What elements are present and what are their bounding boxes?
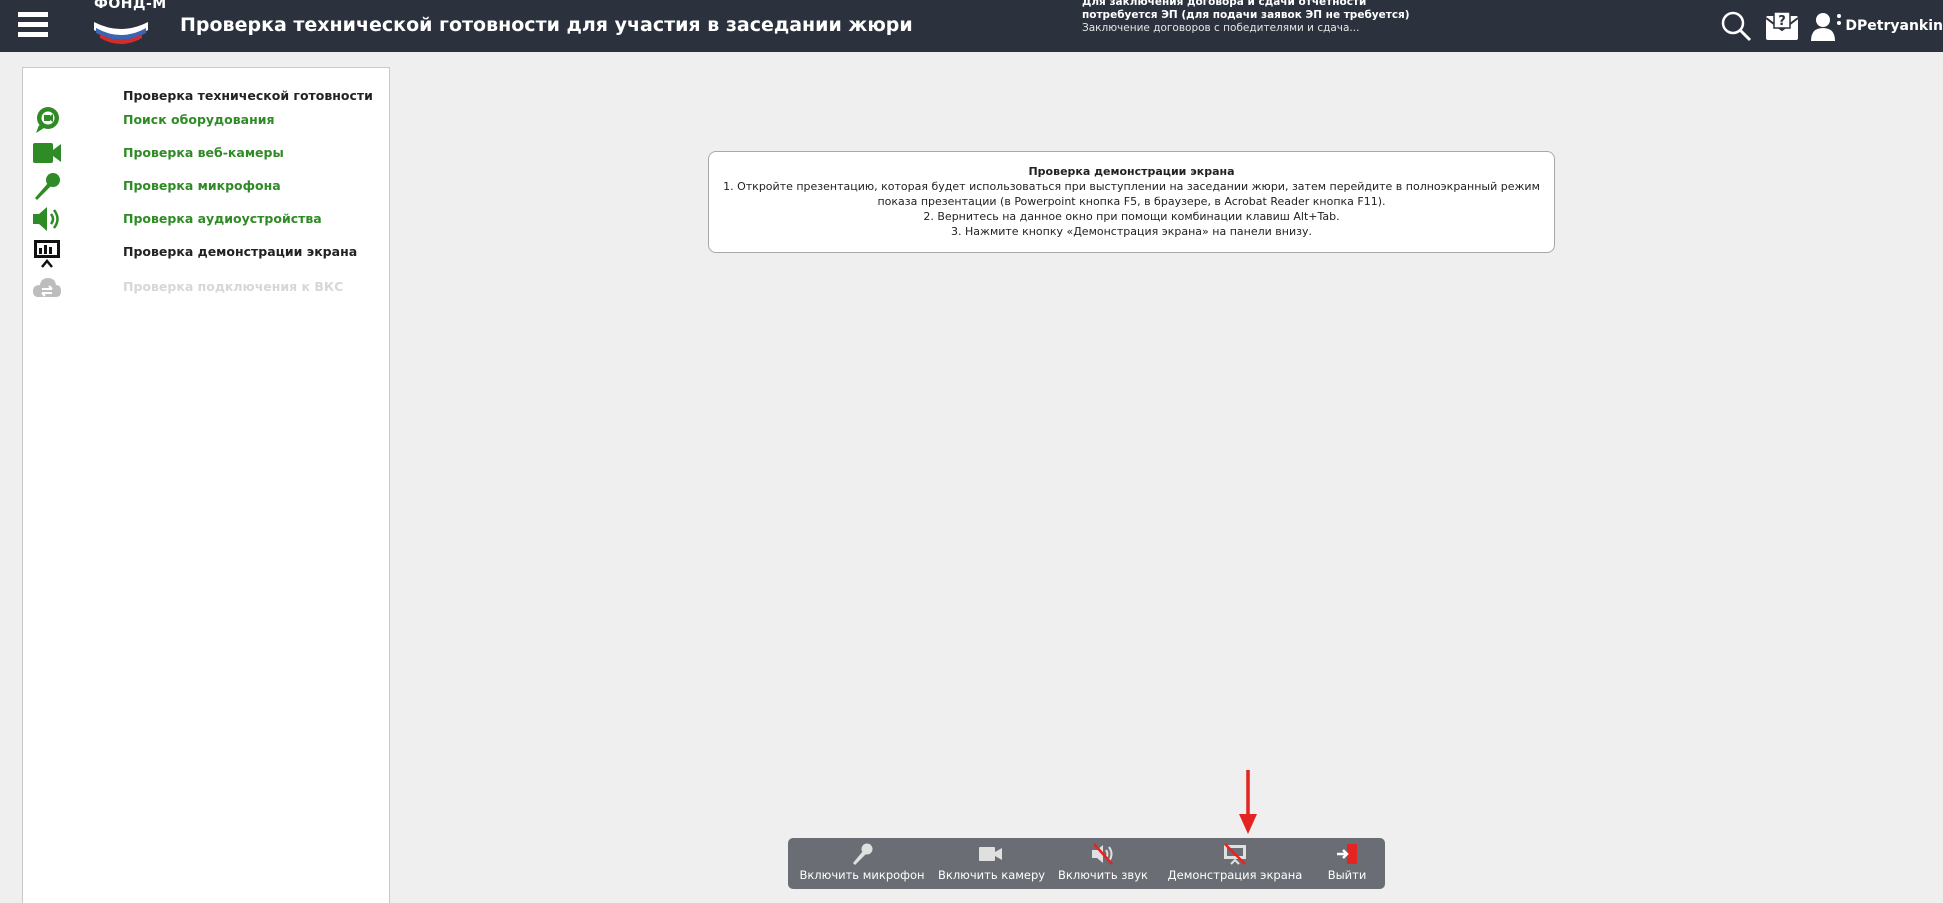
- notice-line-2: потребуется ЭП (для подачи заявок ЭП не …: [1082, 9, 1410, 21]
- screen-share-off-icon: [1224, 843, 1246, 865]
- step-webcam[interactable]: Проверка веб-камеры: [23, 139, 389, 169]
- exit-button[interactable]: Выйти: [1318, 843, 1376, 882]
- step-label: Проверка подключения к ВКС: [123, 279, 344, 294]
- speaker-muted-icon: [1092, 843, 1113, 865]
- instruction-line: 2. Вернитесь на данное окно при помощи к…: [923, 210, 1340, 223]
- step-audio-device[interactable]: Проверка аудиоустройства: [23, 205, 389, 235]
- sound-button[interactable]: Включить звук: [1054, 843, 1152, 882]
- video-camera-icon: [33, 143, 61, 163]
- instruction-line: 1. Откройте презентацию, которая будет и…: [723, 180, 1540, 193]
- cloud-sync-icon: [33, 278, 61, 297]
- logo[interactable]: ФОНД-М: [92, 0, 166, 48]
- step-label: Проверка веб-камеры: [123, 145, 284, 160]
- exit-icon: [1337, 844, 1357, 864]
- top-actions: ? DPetryankin: [1719, 6, 1943, 46]
- menu-icon[interactable]: [18, 12, 48, 38]
- mic-button[interactable]: Включить микрофон: [798, 843, 926, 882]
- microphone-icon: [35, 173, 60, 200]
- instruction-box: Проверка демонстрации экрана 1. Откройте…: [708, 151, 1555, 253]
- camera-button-label: Включить камеру: [938, 868, 1046, 882]
- username: DPetryankin: [1845, 18, 1943, 34]
- user-menu[interactable]: DPetryankin: [1811, 11, 1943, 41]
- screen-share-button[interactable]: Демонстрация экрана: [1162, 843, 1308, 882]
- step-screen-share[interactable]: Проверка демонстрации экрана: [23, 238, 389, 268]
- screen-share-button-label: Демонстрация экрана: [1167, 868, 1303, 882]
- speaker-icon: [33, 207, 59, 231]
- instruction-line: показа презентации (в Powerpoint кнопка …: [877, 195, 1386, 208]
- page-title: Проверка технической готовности для учас…: [180, 14, 913, 36]
- call-toolbar: Включить микрофон Включить камеру Включи…: [788, 838, 1385, 889]
- step-microphone[interactable]: Проверка микрофона: [23, 172, 389, 202]
- notice-line-3: Заключение договоров с победителями и сд…: [1082, 22, 1360, 34]
- logo-swoosh-icon: [94, 22, 148, 44]
- help-mail-icon[interactable]: ?: [1765, 10, 1800, 42]
- notice-line-1: Для заключения договора и сдачи отчетнос…: [1082, 0, 1367, 8]
- down-arrow-icon: [1239, 770, 1257, 834]
- chat-bubble-icon: [36, 107, 59, 133]
- video-camera-icon: [979, 847, 1002, 861]
- step-equipment-search[interactable]: Поиск оборудования: [23, 106, 389, 136]
- mic-button-label: Включить микрофон: [799, 868, 925, 882]
- instruction-line: 3. Нажмите кнопку «Демонстрация экрана» …: [951, 225, 1312, 238]
- steps-title: Проверка технической готовности: [123, 88, 373, 103]
- step-label: Проверка микрофона: [123, 178, 281, 193]
- steps-panel: Проверка технической готовности Поиск об…: [22, 67, 390, 903]
- screen-share-icon: [34, 240, 60, 268]
- notice-link[interactable]: Для заключения договора и сдачи отчетнос…: [1082, 0, 1410, 35]
- camera-button[interactable]: Включить камеру: [938, 843, 1046, 882]
- user-icon: [1811, 13, 1842, 41]
- step-label: Проверка аудиоустройства: [123, 211, 322, 226]
- svg-text:?: ?: [1779, 14, 1787, 29]
- sound-button-label: Включить звук: [1058, 868, 1148, 882]
- top-bar: ФОНД-М Проверка технической готовности д…: [0, 0, 1943, 52]
- step-label: Поиск оборудования: [123, 112, 275, 127]
- microphone-icon: [853, 843, 873, 865]
- instruction-title: Проверка демонстрации экрана: [1028, 165, 1235, 178]
- search-icon[interactable]: [1719, 9, 1753, 43]
- step-label: Проверка демонстрации экрана: [123, 244, 358, 259]
- exit-button-label: Выйти: [1327, 868, 1367, 882]
- step-vks-connection[interactable]: Проверка подключения к ВКС: [23, 273, 389, 303]
